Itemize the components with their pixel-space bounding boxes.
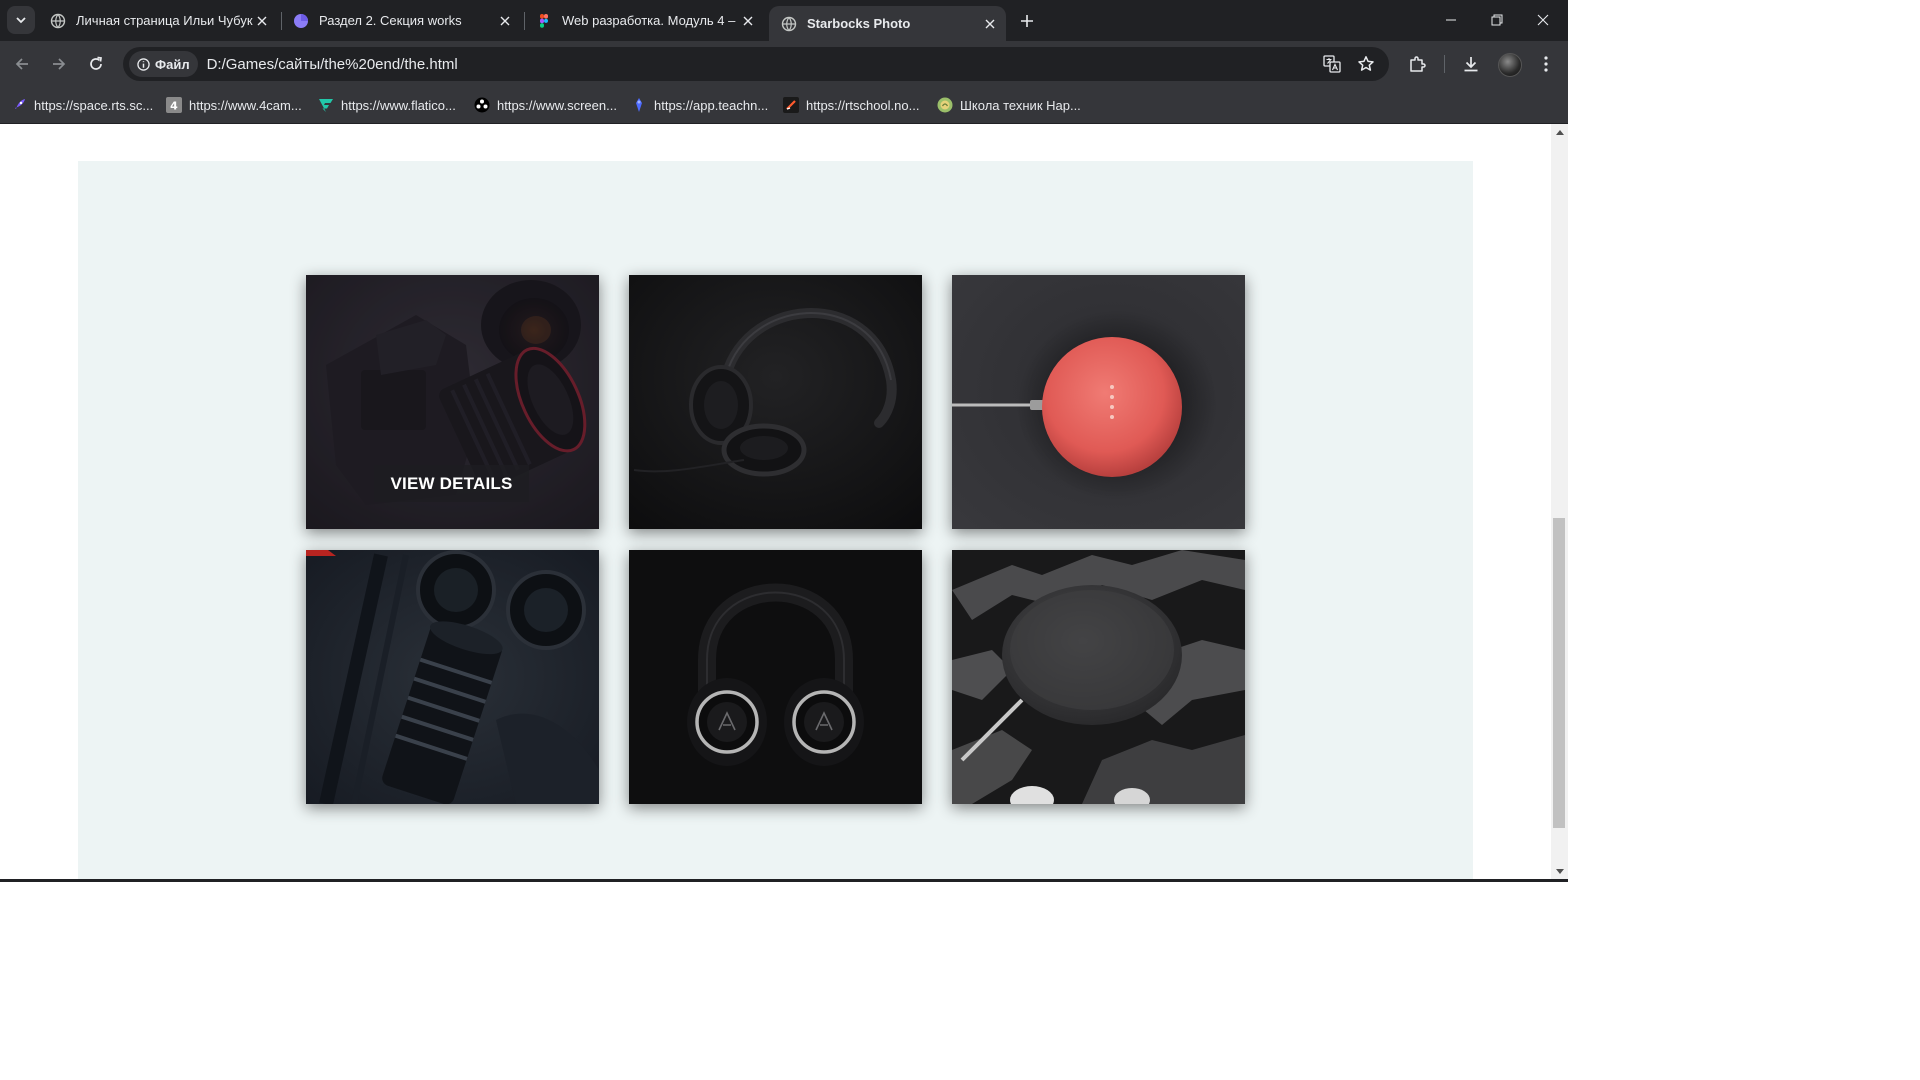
scrollbar-thumb[interactable] (1553, 518, 1565, 828)
back-button[interactable] (10, 52, 34, 76)
arrow-left-icon (15, 58, 28, 70)
close-icon (1537, 14, 1549, 26)
gallery-item-grey-speaker[interactable] (952, 550, 1245, 804)
bookmark-label: https://rtschool.no... (806, 97, 920, 113)
bookmark-label: https://space.rts.sc... (34, 97, 154, 113)
bookmark-label: https://www.screen... (497, 97, 617, 113)
gallery-item-headphones[interactable] (629, 275, 922, 529)
bookmark-item[interactable]: 4 https://www.4cam... (166, 95, 302, 115)
bookmark-item[interactable]: https://rtschool.no... (783, 95, 919, 115)
site-info-chip[interactable]: Файл (129, 51, 198, 77)
minimize-icon (1446, 19, 1456, 21)
tab-title: Web разработка. Модуль 4 – I (562, 13, 740, 28)
browser-toolbar: Файл D:/Games/сайты/the%20end/the.html (0, 41, 1568, 87)
info-icon (137, 57, 150, 71)
minimize-button[interactable] (1428, 0, 1474, 40)
new-tab-button[interactable] (1016, 10, 1038, 32)
bookmark-item[interactable]: Школа техник Нар... (937, 95, 1081, 115)
globe-icon (50, 13, 66, 28)
url-text[interactable]: D:/Games/сайты/the%20end/the.html (207, 56, 458, 73)
downloads-button[interactable] (1459, 52, 1483, 76)
bookmark-item[interactable]: https://www.flatico... (318, 95, 456, 115)
tab-section-works[interactable]: Раздел 2. Секция works (281, 0, 521, 41)
close-icon[interactable] (254, 13, 270, 29)
reload-button[interactable] (84, 52, 108, 76)
bookmark-item[interactable]: https://app.teachn... (631, 95, 768, 115)
bookmarks-bar: https://space.rts.sc... 4 https://www.4c… (0, 87, 1568, 124)
bookmark-item[interactable]: https://space.rts.sc... (11, 95, 153, 115)
svg-text:4: 4 (170, 100, 178, 113)
scroll-up-arrow[interactable] (1551, 125, 1568, 139)
toolbar-separator (1444, 55, 1445, 73)
restore-button[interactable] (1474, 0, 1520, 40)
close-icon[interactable] (982, 16, 998, 32)
translate-button[interactable] (1321, 53, 1343, 75)
tab-web-dev-module[interactable]: Web разработка. Модуль 4 – I (524, 0, 764, 41)
headphones-topdown-photo (629, 550, 922, 804)
tab-title: Раздел 2. Секция works (319, 13, 462, 28)
menu-button[interactable] (1534, 52, 1558, 76)
reload-icon (90, 56, 102, 70)
purple-circle-icon (294, 13, 308, 28)
page-viewport: VIEW DETAILS (0, 124, 1551, 882)
extensions-button[interactable] (1405, 52, 1429, 76)
screen-icon (474, 97, 490, 113)
plus-icon (1021, 15, 1033, 27)
gallery-item-headphones-topdown[interactable] (629, 550, 922, 804)
site-info-label: Файл (155, 56, 190, 72)
red-speaker-photo (952, 275, 1245, 529)
chevron-down-icon (16, 17, 26, 24)
bookmark-label: https://app.teachn... (654, 97, 769, 113)
triangle-down-icon (1555, 869, 1564, 874)
bookmark-label: Школа техник Нар... (960, 97, 1081, 113)
gallery-item-camera[interactable]: VIEW DETAILS (306, 275, 599, 529)
close-icon[interactable] (497, 13, 513, 29)
school-icon (937, 97, 953, 113)
more-vertical-icon (1544, 56, 1548, 72)
grey-speaker-photo (952, 550, 1245, 804)
bookmark-label: https://www.flatico... (341, 97, 456, 113)
headphones-photo (629, 275, 922, 529)
figma-icon (540, 13, 548, 28)
rtschool-icon (783, 97, 799, 113)
bookmark-label: https://www.4cam... (189, 97, 302, 113)
four-icon: 4 (166, 97, 182, 113)
tab-search-button[interactable] (7, 6, 35, 34)
window-bottom-edge (0, 879, 1568, 882)
flaticon-icon (318, 97, 334, 113)
close-icon[interactable] (740, 13, 756, 29)
gallery-item-lenses[interactable] (306, 550, 599, 804)
triangle-up-icon (1555, 130, 1564, 135)
scroll-down-arrow[interactable] (1551, 865, 1568, 879)
download-icon (1464, 57, 1478, 72)
tab-title: Личная страница Ильи Чубук (76, 13, 253, 28)
tab-starbocks-photo[interactable]: Starbocks Photo (769, 6, 1006, 41)
bookmark-star-button[interactable] (1355, 53, 1377, 75)
rocket-icon (11, 97, 27, 113)
forward-button[interactable] (47, 52, 71, 76)
bookmark-item[interactable]: https://www.screen... (474, 95, 617, 115)
tab-title: Starbocks Photo (807, 16, 911, 31)
view-details-button[interactable]: VIEW DETAILS (374, 465, 529, 502)
tab-personal-page[interactable]: Личная страница Ильи Чубук (38, 0, 278, 41)
star-icon (1358, 56, 1374, 71)
tab-strip: Личная страница Ильи Чубук Раздел 2. Сек… (0, 0, 1568, 41)
arrow-right-icon (53, 58, 66, 70)
profile-avatar[interactable] (1498, 53, 1522, 77)
restore-icon (1491, 14, 1503, 26)
puzzle-icon (1410, 56, 1426, 72)
globe-icon (781, 16, 797, 31)
address-bar[interactable]: Файл D:/Games/сайты/the%20end/the.html (123, 47, 1389, 81)
close-window-button[interactable] (1520, 0, 1566, 40)
teach-icon (631, 97, 647, 113)
gallery-item-red-speaker[interactable] (952, 275, 1245, 529)
lenses-photo (306, 550, 599, 804)
translate-icon (1323, 55, 1341, 73)
works-section: VIEW DETAILS (78, 161, 1473, 882)
